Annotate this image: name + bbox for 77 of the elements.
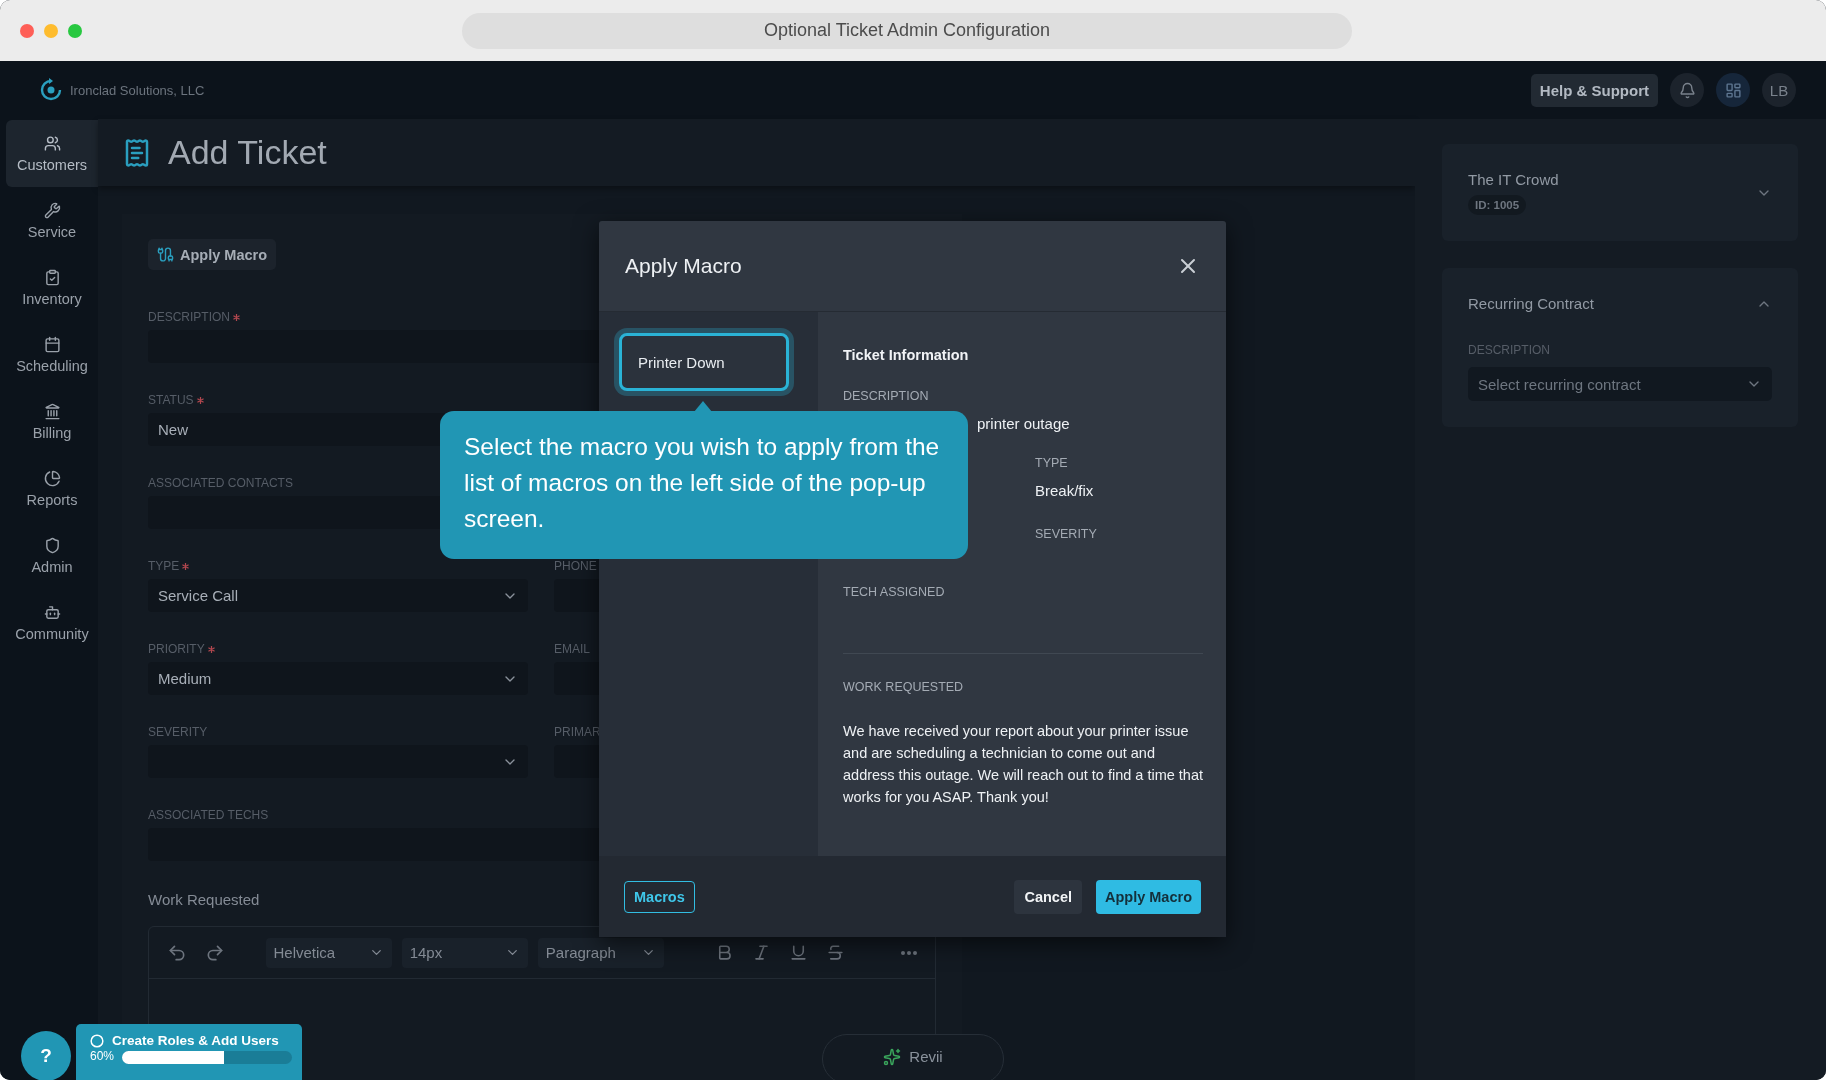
detail-label: TYPE bbox=[1035, 456, 1069, 470]
detail-label: WORK REQUESTED bbox=[843, 680, 965, 694]
block-dropdown[interactable]: Paragraph bbox=[537, 937, 664, 968]
select-field[interactable]: Select recurring contract bbox=[1468, 367, 1772, 401]
card-title: The IT Crowd bbox=[1468, 171, 1559, 188]
sparkles-icon bbox=[883, 1047, 902, 1066]
cable-icon bbox=[157, 246, 174, 263]
field-label: TYPE bbox=[148, 559, 180, 573]
field-label: ASSOCIATED CONTACTS bbox=[148, 476, 293, 490]
wrench-icon bbox=[43, 201, 61, 219]
macros-button[interactable]: Macros bbox=[624, 880, 695, 913]
help-support-button[interactable]: Help & Support bbox=[1530, 73, 1658, 107]
shield-icon bbox=[43, 536, 61, 554]
detail-label: TECH ASSIGNED bbox=[843, 585, 946, 599]
cancel-button[interactable]: Cancel bbox=[1014, 879, 1082, 914]
close-window-button[interactable] bbox=[20, 23, 34, 38]
detail-value: printer outage bbox=[976, 415, 1071, 432]
progress-percent: 60% bbox=[90, 1049, 115, 1063]
underline-icon bbox=[789, 943, 809, 962]
avatar[interactable]: LB bbox=[1762, 73, 1796, 107]
redo-icon bbox=[205, 942, 225, 963]
detail-label: DESCRIPTION bbox=[843, 389, 930, 403]
macro-item[interactable]: Printer Down bbox=[619, 333, 789, 391]
font-dropdown[interactable]: Helvetica bbox=[265, 937, 392, 968]
apply-macro-button[interactable]: Apply Macro bbox=[148, 239, 276, 270]
tooltip: Select the macro you wish to apply from the list of macros on the left side of the pop-up screen. bbox=[440, 411, 968, 559]
sidebar-item[interactable]: Service bbox=[6, 187, 98, 254]
sidebar-item[interactable]: Community bbox=[6, 589, 98, 656]
company-name: Ironclad Solutions, LLC bbox=[70, 82, 205, 98]
undo-icon bbox=[167, 942, 187, 963]
calendar-icon bbox=[43, 335, 61, 353]
sidebar-item[interactable]: Customers bbox=[6, 120, 98, 187]
field-label: STATUS bbox=[148, 393, 194, 407]
clipboard-check-icon bbox=[43, 268, 61, 286]
page-title: Add Ticket bbox=[168, 133, 327, 172]
id-tag: ID: 1005 bbox=[1468, 195, 1527, 215]
pie-chart-icon bbox=[43, 469, 61, 487]
sidebar-item[interactable]: Inventory bbox=[6, 254, 98, 321]
field-label: PRIMAR bbox=[554, 725, 601, 739]
size-dropdown[interactable]: 14px bbox=[401, 937, 528, 968]
field-label: PRIORITY bbox=[148, 642, 205, 656]
field-label: ASSOCIATED TECHS bbox=[148, 808, 269, 822]
bell-icon bbox=[1678, 81, 1696, 99]
assistant-button[interactable]: Revii bbox=[822, 1034, 1004, 1080]
field-label: DESCRIPTION bbox=[148, 310, 230, 324]
dashboard-icon bbox=[1724, 81, 1742, 99]
bank-icon bbox=[43, 402, 61, 420]
field-label: PHONE bbox=[554, 559, 597, 573]
sidebar-item[interactable]: Admin bbox=[6, 522, 98, 589]
select-field[interactable]: Service Call bbox=[148, 579, 528, 612]
logo-icon bbox=[40, 78, 62, 102]
circle-icon bbox=[90, 1033, 104, 1048]
window-title: Optional Ticket Admin Configuration bbox=[462, 12, 1352, 49]
work-requested-text: We have received your report about your printer issue and are scheduling a technician to come out and address this outage. We will reach out to find a time that works for you ASAP. Thank you! bbox=[843, 722, 1203, 807]
more-icon bbox=[901, 950, 917, 955]
select-field[interactable]: Medium bbox=[148, 662, 528, 695]
section-title: Ticket Information bbox=[843, 347, 970, 363]
onboarding-title: Create Roles & Add Users bbox=[112, 1033, 279, 1048]
card-title: Recurring Contract bbox=[1468, 295, 1594, 312]
field-label: EMAIL bbox=[554, 642, 590, 656]
detail-label: SEVERITY bbox=[1035, 527, 1098, 541]
section-label: Work Requested bbox=[148, 891, 260, 908]
zoom-window-button[interactable] bbox=[68, 23, 82, 38]
sidebar-item[interactable]: Reports bbox=[6, 455, 98, 522]
sidebar-item[interactable]: Scheduling bbox=[6, 321, 98, 388]
dialog-title: Apply Macro bbox=[625, 254, 742, 278]
field-label: SEVERITY bbox=[148, 725, 208, 739]
notifications-button[interactable] bbox=[1670, 73, 1704, 107]
sidebar-item[interactable]: Billing bbox=[6, 388, 98, 455]
detail-value: Break/fix bbox=[1035, 482, 1095, 499]
people-icon bbox=[43, 134, 61, 152]
apply-macro-button[interactable]: Apply Macro bbox=[1096, 879, 1201, 914]
dashboard-button[interactable] bbox=[1716, 73, 1750, 107]
strikethrough-icon bbox=[826, 943, 846, 962]
robot-icon bbox=[43, 603, 61, 621]
field-label: DESCRIPTION bbox=[1468, 343, 1551, 357]
select-field[interactable] bbox=[148, 745, 528, 778]
